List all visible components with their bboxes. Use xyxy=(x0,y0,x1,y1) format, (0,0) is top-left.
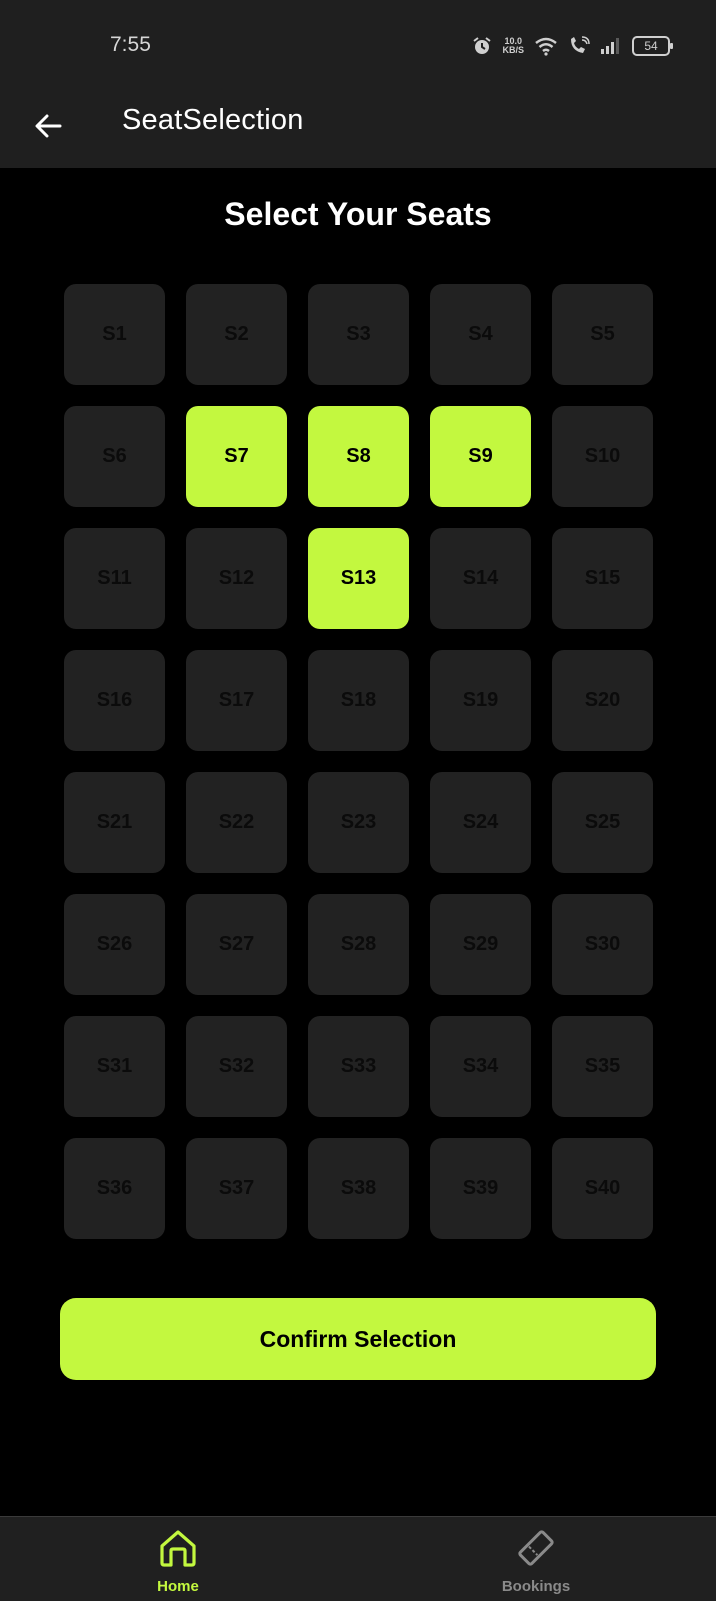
seat-s30[interactable]: S30 xyxy=(552,894,653,995)
net-speed: 10.0 KB/S xyxy=(502,37,524,55)
seat-s18[interactable]: S18 xyxy=(308,650,409,751)
back-button[interactable] xyxy=(26,106,70,150)
confirm-selection-button[interactable]: Confirm Selection xyxy=(60,1298,656,1380)
seat-s32[interactable]: S32 xyxy=(186,1016,287,1117)
seat-s39[interactable]: S39 xyxy=(430,1138,531,1239)
seat-s40[interactable]: S40 xyxy=(552,1138,653,1239)
seat-s21[interactable]: S21 xyxy=(64,772,165,873)
seat-s33[interactable]: S33 xyxy=(308,1016,409,1117)
seat-s17[interactable]: S17 xyxy=(186,650,287,751)
seat-s25[interactable]: S25 xyxy=(552,772,653,873)
app-bar: SeatSelection xyxy=(0,92,716,168)
seat-s3[interactable]: S3 xyxy=(308,284,409,385)
seat-s19[interactable]: S19 xyxy=(430,650,531,751)
seat-s14[interactable]: S14 xyxy=(430,528,531,629)
wifi-icon xyxy=(534,36,558,56)
status-bar: 7:55 10.0 KB/S 54 xyxy=(0,0,716,92)
seat-s4[interactable]: S4 xyxy=(430,284,531,385)
nav-item-bookings[interactable]: Bookings xyxy=(456,1527,616,1601)
seat-s35[interactable]: S35 xyxy=(552,1016,653,1117)
seat-s7[interactable]: S7 xyxy=(186,406,287,507)
seat-s20[interactable]: S20 xyxy=(552,650,653,751)
seat-s11[interactable]: S11 xyxy=(64,528,165,629)
page-heading: Select Your Seats xyxy=(224,196,492,232)
status-time: 7:55 xyxy=(110,33,151,56)
bottom-nav: Home Bookings xyxy=(0,1516,716,1601)
seat-s9[interactable]: S9 xyxy=(430,406,531,507)
seat-s22[interactable]: S22 xyxy=(186,772,287,873)
net-speed-unit: KB/S xyxy=(502,45,524,55)
seat-s31[interactable]: S31 xyxy=(64,1016,165,1117)
ticket-icon xyxy=(515,1527,557,1574)
seat-s13[interactable]: S13 xyxy=(308,528,409,629)
seat-grid: S1 S2 S3 S4 S5 S6 S7 S8 S9 S10 S11 S12 S13 S14 S15 S16 S… xyxy=(64,284,653,1239)
seat-s34[interactable]: S34 xyxy=(430,1016,531,1117)
app-title: SeatSelection xyxy=(122,104,304,136)
alarm-icon xyxy=(472,36,492,56)
home-icon xyxy=(157,1527,199,1574)
battery-icon: 54 xyxy=(632,36,673,56)
seat-s12[interactable]: S12 xyxy=(186,528,287,629)
seat-s2[interactable]: S2 xyxy=(186,284,287,385)
seat-s27[interactable]: S27 xyxy=(186,894,287,995)
seat-s23[interactable]: S23 xyxy=(308,772,409,873)
seat-s28[interactable]: S28 xyxy=(308,894,409,995)
nav-item-home[interactable]: Home xyxy=(98,1527,258,1601)
seat-s38[interactable]: S38 xyxy=(308,1138,409,1239)
seat-s26[interactable]: S26 xyxy=(64,894,165,995)
seat-s15[interactable]: S15 xyxy=(552,528,653,629)
seat-s6[interactable]: S6 xyxy=(64,406,165,507)
nav-label-home: Home xyxy=(157,1578,199,1595)
signal-icon xyxy=(600,37,622,55)
seat-s37[interactable]: S37 xyxy=(186,1138,287,1239)
arrow-left-icon xyxy=(33,111,63,146)
nav-label-bookings: Bookings xyxy=(501,1578,571,1595)
seat-s36[interactable]: S36 xyxy=(64,1138,165,1239)
seat-s24[interactable]: S24 xyxy=(430,772,531,873)
seat-s1[interactable]: S1 xyxy=(64,284,165,385)
seat-s29[interactable]: S29 xyxy=(430,894,531,995)
seat-s16[interactable]: S16 xyxy=(64,650,165,751)
status-icons: 10.0 KB/S 54 xyxy=(472,34,673,58)
seat-s10[interactable]: S10 xyxy=(552,406,653,507)
seat-s5[interactable]: S5 xyxy=(552,284,653,385)
wifi-call-icon xyxy=(568,36,590,56)
seat-s8[interactable]: S8 xyxy=(308,406,409,507)
